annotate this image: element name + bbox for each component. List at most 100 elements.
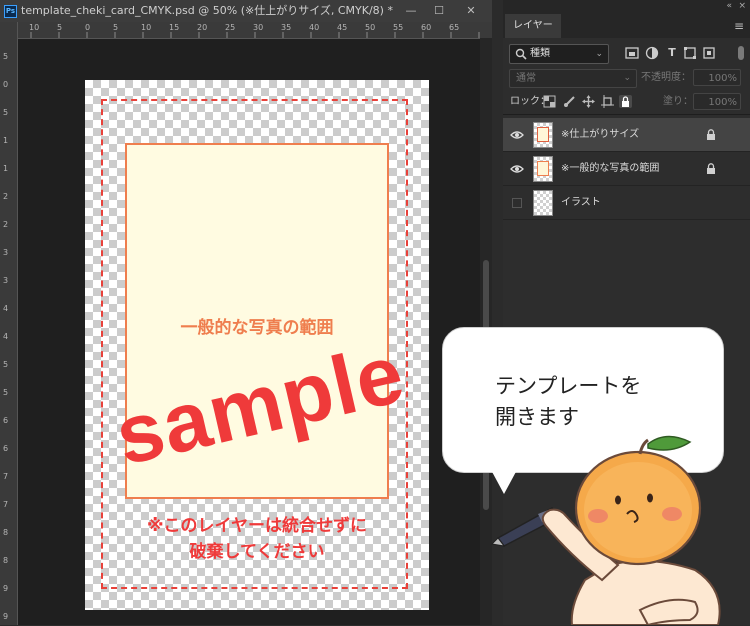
ruler-label: 3	[3, 248, 9, 257]
minimize-button[interactable]: —	[396, 0, 426, 22]
ruler-label: 4	[3, 304, 9, 313]
document-title: template_cheki_card_CMYK.psd @ 50% (※仕上が…	[21, 4, 393, 17]
adjustment-filter-icon[interactable]	[645, 46, 659, 60]
ruler-label: 5	[57, 23, 63, 32]
blend-row: 通常 ⌄ 不透明度： 100%	[503, 68, 750, 88]
document-window: Ps template_cheki_card_CMYK.psd @ 50% (※…	[0, 0, 492, 625]
ruler-label: 1	[3, 136, 9, 145]
fill-label: 塗り：	[663, 96, 693, 107]
speech-line2: 開きます	[495, 405, 579, 429]
layer-row[interactable]: ※仕上がりサイズ	[503, 118, 750, 152]
ruler-label: 60	[421, 23, 432, 32]
ruler-label: 8	[3, 556, 9, 565]
layer-name: イラスト	[561, 197, 601, 208]
ruler-label: 3	[3, 276, 9, 285]
lock-position-icon[interactable]	[582, 95, 595, 108]
ruler-label: 5	[3, 360, 9, 369]
layer-lock-icon	[706, 129, 716, 143]
ruler-label: 20	[197, 23, 208, 32]
lock-row: ロック： 塗り： 100%	[503, 92, 750, 112]
ruler-label: 15	[169, 23, 180, 32]
collapse-panel-icon[interactable]: «	[726, 1, 732, 11]
ruler-label: 55	[393, 23, 404, 32]
ruler-label: 2	[3, 192, 9, 201]
document-title-bar[interactable]: Ps template_cheki_card_CMYK.psd @ 50% (※…	[0, 0, 492, 22]
shape-filter-icon[interactable]	[683, 46, 697, 60]
ruler-label: 30	[253, 23, 264, 32]
filter-kind-label: 種類	[530, 48, 550, 59]
maximize-button[interactable]: ☐	[424, 0, 454, 22]
filter-kind-select[interactable]: 種類 ⌄	[509, 44, 609, 64]
ruler-label: 4	[3, 332, 9, 341]
layer-filter-row: 種類 ⌄ T	[503, 42, 750, 64]
visibility-off-box[interactable]	[512, 198, 522, 208]
ruler-label: 7	[3, 472, 9, 481]
close-document-button[interactable]: ✕	[456, 0, 486, 22]
ruler-label: 50	[365, 23, 376, 32]
type-filter-icon[interactable]: T	[665, 46, 679, 60]
chevron-down-icon: ⌄	[595, 49, 603, 59]
vertical-ruler[interactable]: 5 0 5 1 1 2 2 3 3 4 4 5 5 6 6 7 7 8 8 9 …	[0, 22, 18, 625]
ruler-label: 8	[3, 528, 9, 537]
ruler-label: 65	[449, 23, 460, 32]
lock-transparent-pixels-icon[interactable]	[543, 95, 556, 108]
layer-lock-icon	[706, 163, 716, 177]
discard-notice: ※このレイヤーは統合せずに 破棄してください	[85, 513, 429, 565]
lock-artboard-icon[interactable]	[601, 95, 614, 108]
ruler-label: 5	[113, 23, 119, 32]
ruler-label: 35	[281, 23, 292, 32]
layer-name: ※一般的な写真の範囲	[561, 163, 660, 174]
ruler-label: 9	[3, 584, 9, 593]
ruler-label: 5	[3, 108, 9, 117]
tab-layers[interactable]: レイヤー	[505, 14, 561, 38]
document-canvas[interactable]: 一般的な写真の範囲 sample ※このレイヤーは統合せずに 破棄してください	[85, 80, 429, 610]
photoshop-app-icon: Ps	[4, 5, 17, 18]
layer-name: ※仕上がりサイズ	[561, 129, 640, 140]
layer-thumbnail-preview	[537, 161, 549, 176]
discard-notice-line1: ※このレイヤーは統合せずに	[146, 516, 368, 536]
ruler-label: 7	[3, 500, 9, 509]
ruler-label: 2	[3, 220, 9, 229]
filter-toggle-switch[interactable]	[738, 46, 744, 60]
image-filter-icon[interactable]	[625, 46, 639, 60]
visibility-eye-icon[interactable]	[510, 128, 524, 142]
ruler-label: 0	[3, 80, 9, 89]
blend-mode-value: 通常	[516, 73, 536, 84]
ruler-label: 0	[85, 23, 91, 32]
layer-thumbnail	[533, 190, 553, 216]
orange-mascot-illustration	[490, 435, 721, 625]
layer-row[interactable]: イラスト	[503, 186, 750, 220]
chevron-down-icon: ⌄	[623, 73, 631, 83]
opacity-input[interactable]: 100%	[693, 69, 741, 86]
photo-area-label: 一般的な写真の範囲	[180, 318, 334, 338]
ruler-label: 5	[3, 52, 9, 61]
ruler-label: 45	[337, 23, 348, 32]
ruler-label: 5	[3, 388, 9, 397]
close-panel-icon[interactable]: ×	[738, 1, 746, 11]
discard-notice-line2: 破棄してください	[189, 542, 325, 562]
lock-all-icon[interactable]	[619, 95, 632, 108]
layer-thumbnail-preview	[537, 127, 549, 142]
ruler-label: 9	[3, 612, 9, 621]
ruler-label: 6	[3, 444, 9, 453]
horizontal-ruler[interactable]: 10 5 0 5 10 15 20 25 30 35 40 45 50 55 6…	[17, 22, 492, 39]
speech-bubble-text: テンプレートを 開きます	[495, 371, 641, 433]
search-icon	[515, 48, 527, 60]
smart-object-filter-icon[interactable]	[702, 46, 716, 60]
visibility-eye-icon[interactable]	[510, 162, 524, 176]
layer-row[interactable]: ※一般的な写真の範囲	[503, 152, 750, 186]
ruler-label: 10	[29, 23, 40, 32]
layer-thumbnail	[533, 156, 553, 182]
ruler-label: 6	[3, 416, 9, 425]
panel-menu-icon[interactable]: ≡	[734, 19, 744, 33]
opacity-label: 不透明度：	[641, 72, 691, 83]
ruler-label: 25	[225, 23, 236, 32]
blend-mode-select[interactable]: 通常 ⌄	[509, 69, 637, 88]
ruler-label: 1	[3, 164, 9, 173]
ruler-label: 10	[141, 23, 152, 32]
ruler-label: 40	[309, 23, 320, 32]
fill-input[interactable]: 100%	[693, 93, 741, 110]
lock-image-pixels-icon[interactable]	[563, 95, 576, 108]
panel-tab-bar: レイヤー ≡	[503, 14, 750, 38]
panel-top-bar: « ×	[503, 0, 750, 14]
